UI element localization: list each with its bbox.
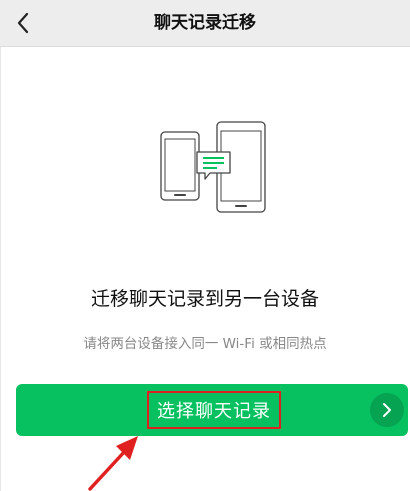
red-pointer-arrow-icon [88, 436, 138, 491]
page-title: 聊天记录迁移 [154, 13, 256, 33]
top-bar: 聊天记录迁移 [0, 0, 410, 47]
wifi-hint-text: 请将两台设备接入同一 Wi-Fi 或相同热点 [83, 336, 327, 352]
highlighted-button-label: 选择聊天记录 [147, 391, 281, 429]
left-divider [0, 47, 1, 491]
main-title: 迁移聊天记录到另一台设备 [90, 288, 319, 310]
phone-to-tablet-transfer-icon [160, 121, 266, 213]
chevron-right-icon [370, 393, 404, 427]
select-chat-history-button[interactable]: 选择聊天记录 [16, 384, 408, 436]
